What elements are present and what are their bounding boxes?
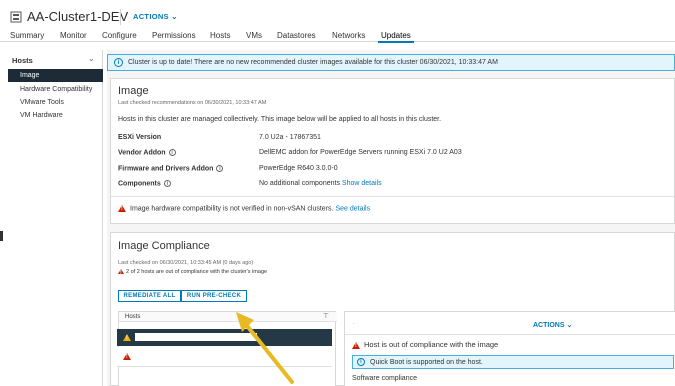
warning-icon xyxy=(352,341,360,349)
show-details-link[interactable]: Show details xyxy=(342,180,382,187)
image-description: Hosts in this cluster are managed collec… xyxy=(118,116,442,123)
tab-monitor[interactable]: Monitor xyxy=(60,31,87,40)
hosts-column-header: Hosts ⊤ xyxy=(119,312,337,322)
quick-boot-banner: i Quick Boot is supported on the host. xyxy=(352,355,674,369)
tab-permissions[interactable]: Permissions xyxy=(152,31,196,40)
compliance-status: 2 of 2 hosts are out of compliance with … xyxy=(118,269,267,276)
warning-icon xyxy=(118,205,126,212)
firmware-addon-label: Firmware and Drivers Addon i xyxy=(118,165,224,172)
image-last-checked: Last checked recommendations on 06/30/20… xyxy=(118,100,267,106)
tab-vms[interactable]: VMs xyxy=(246,31,262,40)
window-edge-marker xyxy=(0,231,3,241)
tab-updates[interactable]: Updates xyxy=(381,31,411,40)
info-icon[interactable]: i xyxy=(216,165,224,172)
remediate-all-button[interactable]: REMEDIATE ALL xyxy=(118,290,181,302)
chevron-down-icon: ⌄ xyxy=(171,12,178,21)
tab-configure[interactable]: Configure xyxy=(102,31,137,40)
info-icon[interactable]: i xyxy=(163,180,171,187)
sidebar-item-vmware-tools[interactable]: VMware Tools xyxy=(8,96,103,109)
actions-menu-button[interactable]: ACTIONS ⌄ xyxy=(133,12,178,21)
tab-datastores[interactable]: Datastores xyxy=(277,31,316,40)
chevron-down-icon: ⌄ xyxy=(566,322,573,329)
esxi-version-value: 7.0 U2a - 17867351 xyxy=(259,134,321,141)
hw-compat-warning: Image hardware compatibility is not veri… xyxy=(118,205,370,212)
host-compliance-warning: Host is out of compliance with the image xyxy=(352,340,498,349)
components-label: Components i xyxy=(118,180,171,187)
sidebar-item-hardware-compatibility[interactable]: Hardware Compatibility xyxy=(8,83,103,96)
firmware-addon-value: PowerEdge R640 3.0.0-0 xyxy=(259,165,338,172)
sidebar-item-image[interactable]: Image xyxy=(8,69,103,82)
filter-icon[interactable]: ⊤ xyxy=(323,312,329,322)
host-actions-button[interactable]: ACTIONS ⌄ xyxy=(533,321,572,329)
run-pre-check-button[interactable]: RUN PRE-CHECK xyxy=(181,290,247,302)
divider xyxy=(111,196,674,197)
divider xyxy=(345,334,675,335)
esxi-version-label: ESXi Version xyxy=(118,134,162,141)
tab-hosts[interactable]: Hosts xyxy=(210,31,230,40)
components-value: No additional components Show details xyxy=(259,180,382,187)
compliance-last-checked: Last checked on 06/30/2021, 10:33:45 AM … xyxy=(118,260,254,266)
info-banner: i Cluster is up to date! There are no ne… xyxy=(107,54,675,71)
cluster-title: AA-Cluster1-DEV xyxy=(27,9,129,24)
info-icon[interactable]: i xyxy=(168,149,176,156)
tab-bar: Summary Monitor Configure Permissions Ho… xyxy=(0,29,675,43)
vendor-addon-label: Vendor Addon i xyxy=(118,149,176,156)
info-icon: i xyxy=(357,358,365,366)
tab-networks[interactable]: Networks xyxy=(332,31,365,40)
chevron-down-icon[interactable]: ⌄ xyxy=(88,54,95,63)
image-card-title: Image xyxy=(118,85,149,97)
sidebar-item-vm-hardware[interactable]: VM Hardware xyxy=(8,109,103,122)
banner-text: Cluster is up to date! There are no new … xyxy=(128,59,498,66)
cluster-icon xyxy=(10,11,22,23)
info-icon: i xyxy=(114,58,123,67)
warning-icon xyxy=(118,269,124,276)
software-compliance-heading: Software compliance xyxy=(352,375,417,382)
host-detail-panel: . ACTIONS ⌄ Host is out of compliance wi… xyxy=(344,311,675,386)
detail-marker: . xyxy=(353,320,355,326)
header-divider xyxy=(120,9,121,25)
active-tab-indicator xyxy=(378,41,414,43)
annotation-arrow-icon xyxy=(236,312,294,384)
tab-summary[interactable]: Summary xyxy=(10,31,44,40)
warning-icon xyxy=(123,353,131,360)
sidebar: Hosts ⌄ Image Hardware Compatibility VMw… xyxy=(0,50,103,386)
compliance-title: Image Compliance xyxy=(118,240,210,252)
sidebar-heading-hosts[interactable]: Hosts xyxy=(12,56,33,65)
vendor-addon-value: DellEMC addon for PowerEdge Servers runn… xyxy=(259,149,462,156)
warning-icon xyxy=(123,334,131,341)
quick-boot-text: Quick Boot is supported on the host. xyxy=(370,359,483,366)
object-header: AA-Cluster1-DEV ACTIONS ⌄ Summary Monito… xyxy=(0,0,675,43)
image-card: Image Last checked recommendations on 06… xyxy=(110,78,675,224)
see-details-link[interactable]: See details xyxy=(335,205,370,212)
